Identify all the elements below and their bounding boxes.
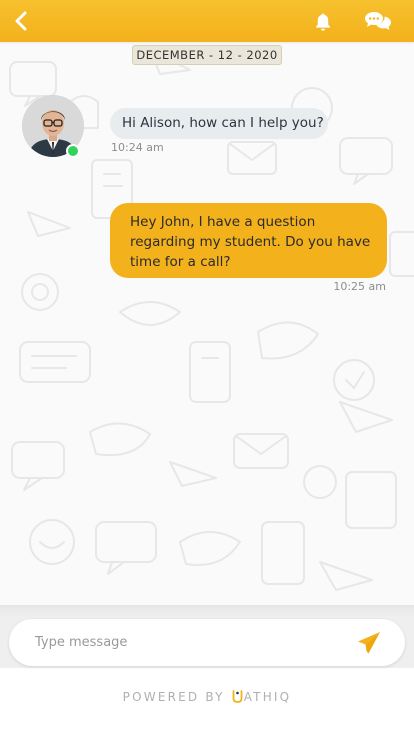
back-button[interactable] [8,8,34,34]
incoming-message-time: 10:24 am [111,141,164,154]
powered-by-label: POWERED BY [122,690,225,704]
online-status-indicator [66,144,80,158]
message-list[interactable]: DECEMBER - 12 - 2020 Hi Alison, how can … [0,42,414,605]
powered-by-footer: POWERED BY ATHIQ [0,690,414,706]
incoming-message-bubble[interactable]: Hi Alison, how can I help you? [110,108,328,139]
top-bar [0,0,414,42]
chevron-left-icon [15,11,27,31]
chat-screen: DECEMBER - 12 - 2020 Hi Alison, how can … [0,0,414,735]
bell-icon [316,13,330,31]
chat-button[interactable] [362,8,394,34]
outgoing-message-time: 10:25 am [333,280,386,293]
date-separator: DECEMBER - 12 - 2020 [132,45,282,65]
send-button[interactable] [353,627,385,659]
brand-logo-icon [232,690,243,706]
chat-bubbles-icon [365,12,391,30]
brand-name: ATHIQ [243,690,292,704]
composer [9,619,405,666]
message-input[interactable] [35,619,335,666]
notifications-button[interactable] [310,9,336,35]
paper-plane-icon [358,632,380,654]
outgoing-message-bubble[interactable]: Hey John, I have a question regarding my… [110,203,387,278]
